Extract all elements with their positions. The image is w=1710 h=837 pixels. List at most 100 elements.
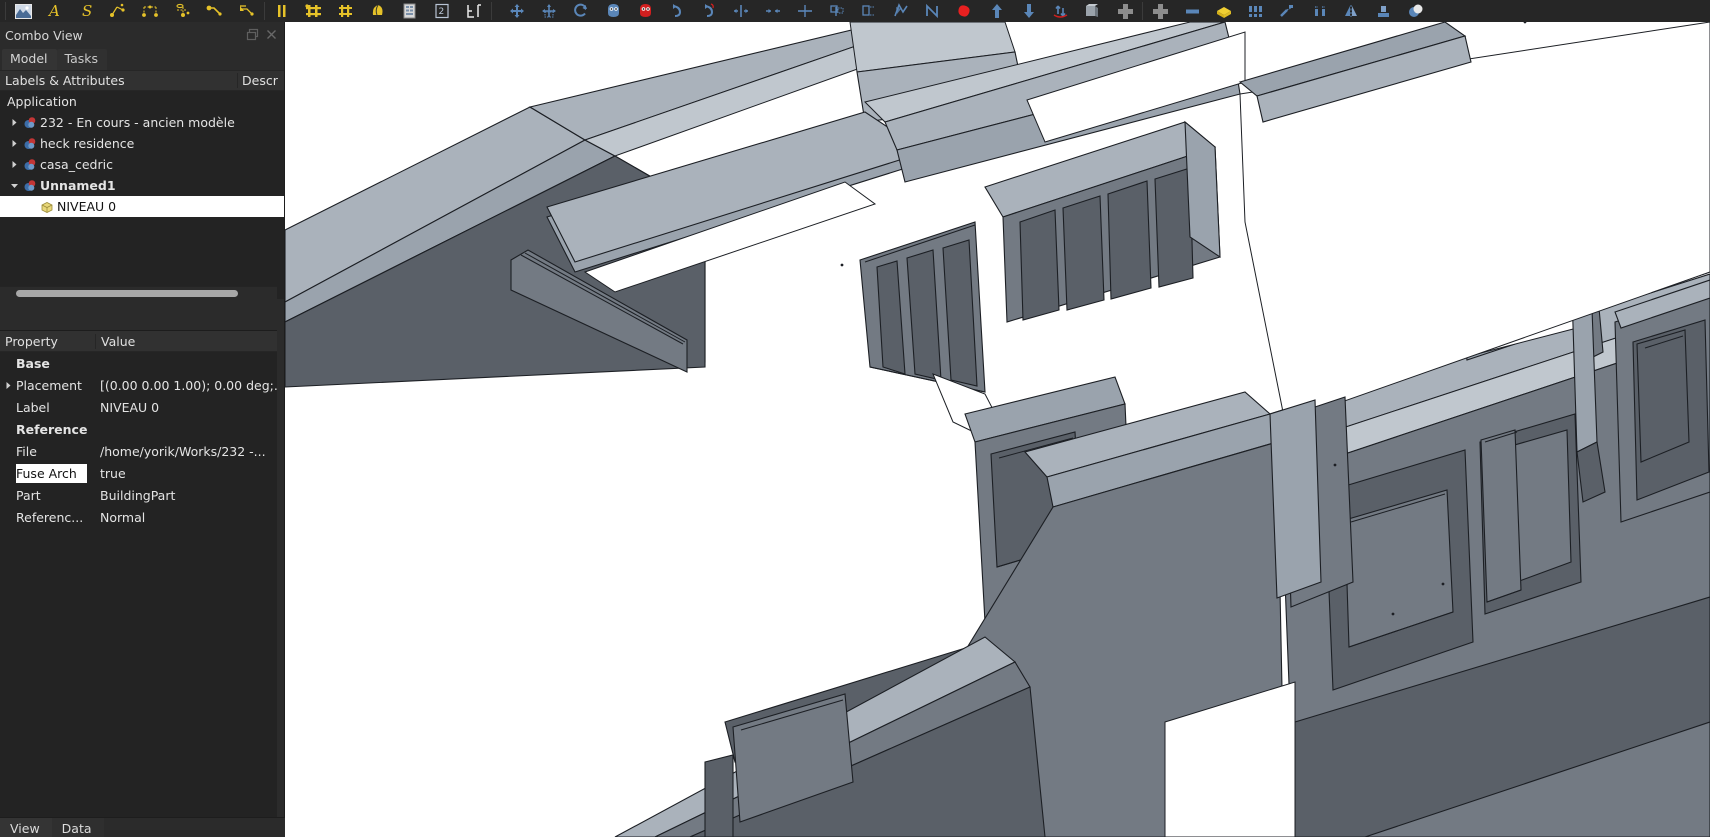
move-up-icon[interactable] (985, 1, 1009, 21)
text-icon[interactable]: A (43, 1, 67, 21)
grid-2-icon[interactable] (334, 1, 358, 21)
offset-2d-icon[interactable] (697, 1, 721, 21)
tab-data[interactable]: Data (52, 818, 104, 837)
tree-horizontal-scrollbar[interactable] (0, 286, 277, 299)
property-name: Part (16, 488, 96, 503)
property-row-fuse-arch[interactable]: Fuse Arch true (0, 462, 277, 484)
float-icon[interactable] (246, 26, 259, 39)
svg-text:2: 2 (439, 7, 445, 17)
nest-icon[interactable] (1372, 1, 1396, 21)
subelement-highlight-icon[interactable] (953, 1, 977, 21)
tree-item-niveau-0[interactable]: NIVEAU 0 (0, 196, 284, 217)
tree-scrollbar-thumb[interactable] (16, 290, 238, 297)
tree-item-document-heck-residence[interactable]: heck residence (0, 133, 284, 154)
tab-tasks[interactable]: Tasks (57, 49, 108, 70)
tree-item-document-casa-cedric[interactable]: casa_cedric (0, 154, 284, 175)
chevron-right-icon[interactable] (8, 139, 21, 148)
delete-clone-icon[interactable] (633, 1, 657, 21)
document-icon (21, 137, 38, 151)
property-column-value[interactable]: Value (96, 334, 277, 349)
offset-icon[interactable] (665, 1, 689, 21)
ifc-diff-icon[interactable] (462, 1, 486, 21)
property-column-headers: Property Value (0, 331, 277, 352)
property-name[interactable]: Fuse Arch (16, 464, 87, 483)
trim-extend-icon[interactable] (729, 1, 753, 21)
close-icon[interactable] (265, 26, 278, 39)
dimension-icon[interactable] (107, 1, 131, 21)
property-group-reference[interactable]: Reference (0, 418, 277, 440)
axis-system-icon[interactable] (235, 1, 259, 21)
survey-icon[interactable] (1212, 1, 1236, 21)
copy-icon[interactable] (537, 1, 561, 21)
property-row-file[interactable]: File /home/yorik/Works/232 -... (0, 440, 277, 462)
tree-item-label: heck residence (38, 136, 134, 151)
component-icon[interactable] (1244, 1, 1268, 21)
shape-string-icon[interactable]: S (75, 1, 99, 21)
property-value[interactable]: true (96, 466, 277, 481)
chevron-right-icon[interactable] (8, 160, 21, 169)
toolbar-separator (5, 2, 6, 20)
combo-view-panel: Combo View Model Tasks Labels & Attribut… (0, 22, 285, 837)
draft-to-sketch-icon[interactable] (889, 1, 913, 21)
property-column-property[interactable]: Property (0, 334, 96, 349)
tree-column-headers: Labels & Attributes Descr (0, 70, 284, 91)
3d-viewport[interactable]: .wdark{fill:#5a6068;stroke:#1c1f24;strok… (285, 22, 1710, 837)
site-icon[interactable] (366, 1, 390, 21)
chevron-right-icon[interactable] (0, 381, 16, 390)
image-plane-icon[interactable] (11, 1, 35, 21)
stretch-icon[interactable] (857, 1, 881, 21)
combo-view-title: Combo View (5, 28, 83, 43)
model-tree[interactable]: Application 232 - En cours - ancien modè… (0, 91, 284, 299)
label-icon[interactable] (139, 1, 163, 21)
property-name: Placement (16, 378, 96, 393)
property-row-reference-mode[interactable]: Referenc... Normal (0, 506, 277, 528)
mirror-icon[interactable] (1340, 1, 1364, 21)
remove-icon[interactable] (1180, 1, 1204, 21)
boolean-icon[interactable] (1404, 1, 1428, 21)
clone-icon[interactable] (601, 1, 625, 21)
tree-column-description[interactable]: Descr (238, 73, 284, 88)
move-down-icon[interactable] (1017, 1, 1041, 21)
chevron-right-icon[interactable] (8, 118, 21, 127)
property-value[interactable]: Normal (96, 510, 277, 525)
tree-item-application[interactable]: Application (0, 91, 284, 112)
property-row-label[interactable]: Label NIVEAU 0 (0, 396, 277, 418)
property-value[interactable]: BuildingPart (96, 488, 277, 503)
property-row-placement[interactable]: Placement [(0.00 0.00 1.00); 0.00 deg;..… (0, 374, 277, 396)
grid-icon[interactable] (302, 1, 326, 21)
property-value[interactable]: NIVEAU 0 (96, 400, 277, 415)
tab-view[interactable]: View (0, 818, 52, 837)
annotation-styles-icon[interactable] (171, 1, 195, 21)
rotate-icon[interactable] (569, 1, 593, 21)
split-icon[interactable] (793, 1, 817, 21)
chevron-down-icon[interactable] (8, 181, 21, 190)
schedule-icon[interactable] (398, 1, 422, 21)
main-toolbar[interactable]: A S 2 (0, 0, 1710, 22)
tree-item-document-unnamed1[interactable]: Unnamed1 (0, 175, 284, 196)
property-editor[interactable]: Property Value Base Placement [(0.00 0.0… (0, 330, 277, 817)
cut-plane-icon[interactable] (1308, 1, 1332, 21)
tab-model[interactable]: Model (2, 49, 57, 70)
property-value[interactable]: /home/yorik/Works/232 -... (96, 444, 277, 459)
property-view-data-tabs[interactable]: View Data (0, 817, 285, 837)
flip-icon[interactable] (1049, 1, 1073, 21)
document-icon (21, 158, 38, 172)
ifc-explorer-icon[interactable]: 2 (430, 1, 454, 21)
property-name: Label (16, 400, 96, 415)
column-icon[interactable] (270, 1, 294, 21)
property-value[interactable]: [(0.00 0.00 1.00); 0.00 deg;... (96, 378, 277, 393)
edit-icon[interactable] (921, 1, 945, 21)
scale-icon[interactable] (825, 1, 849, 21)
split-mesh-icon[interactable] (1276, 1, 1300, 21)
property-row-part[interactable]: Part BuildingPart (0, 484, 277, 506)
property-group-base[interactable]: Base (0, 352, 277, 374)
add-icon[interactable] (1148, 1, 1172, 21)
extrude-icon[interactable] (1081, 1, 1105, 21)
move-icon[interactable] (505, 1, 529, 21)
combo-view-tabs[interactable]: Model Tasks (0, 48, 284, 70)
tree-item-document-232[interactable]: 232 - En cours - ancien modèle (0, 112, 284, 133)
tree-column-labels-attributes[interactable]: Labels & Attributes (0, 73, 238, 88)
axis-icon[interactable] (203, 1, 227, 21)
add-component-icon[interactable] (1113, 1, 1137, 21)
join-icon[interactable] (761, 1, 785, 21)
